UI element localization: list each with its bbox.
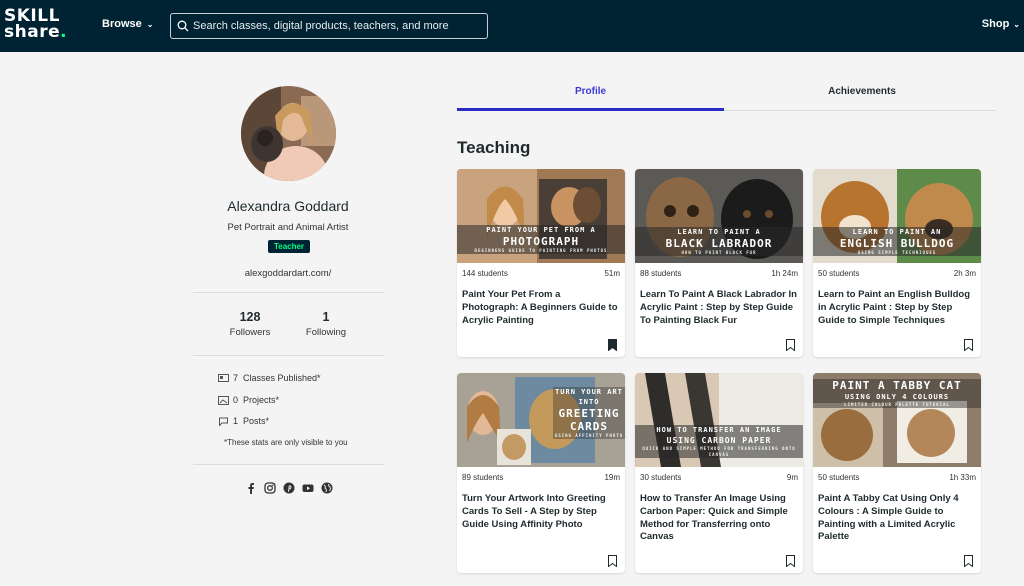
course-card[interactable]: HOW TO TRANSFER AN IMAGE USING CARBON PA… xyxy=(635,373,803,573)
classes-published-stat: 7 Classes Published* xyxy=(218,373,321,383)
globe-icon[interactable] xyxy=(321,481,333,494)
search-bar[interactable] xyxy=(170,13,488,39)
social-links xyxy=(245,481,333,494)
projects-icon xyxy=(218,395,229,405)
course-thumbnail: LEARN TO PAINT AN ENGLISH BULLDOG USING … xyxy=(813,169,981,263)
search-input[interactable] xyxy=(193,16,483,36)
profile-headline: Pet Portrait and Animal Artist xyxy=(227,222,349,233)
browse-label: Browse xyxy=(102,18,142,30)
course-thumbnail: PAINT A TABBY CAT USING ONLY 4 COLOURS L… xyxy=(813,373,981,467)
thumbnail-banner: PAINT YOUR PET FROM A PHOTOGRAPH BEGINNE… xyxy=(457,225,625,254)
student-count: 88 students xyxy=(640,269,682,278)
followers-stat[interactable]: 128 Followers xyxy=(215,310,285,338)
student-count: 50 students xyxy=(818,269,860,278)
youtube-icon[interactable] xyxy=(302,481,314,493)
course-meta: 50 students 1h 33m xyxy=(818,473,976,482)
divider xyxy=(193,292,384,293)
avatar xyxy=(241,86,336,181)
stats-visibility-note: *These stats are only visible to you xyxy=(224,438,348,447)
course-duration: 1h 33m xyxy=(949,473,976,482)
course-card[interactable]: LEARN TO PAINT AN ENGLISH BULLDOG USING … xyxy=(813,169,981,357)
course-meta: 144 students 51m xyxy=(462,269,620,278)
followers-label: Followers xyxy=(229,327,271,338)
classes-icon xyxy=(218,373,229,382)
following-label: Following xyxy=(305,327,347,338)
tab-underline xyxy=(724,110,996,111)
course-meta: 50 students 2h 3m xyxy=(818,269,976,278)
course-duration: 19m xyxy=(604,473,620,482)
search-icon xyxy=(177,20,189,32)
pinterest-icon[interactable] xyxy=(283,481,295,494)
course-title[interactable]: Learn to Paint an English Bulldog in Acr… xyxy=(818,289,975,327)
bookmark-filled-icon[interactable] xyxy=(608,339,617,351)
following-stat[interactable]: 1 Following xyxy=(291,310,361,338)
course-meta: 89 students 19m xyxy=(462,473,620,482)
thumbnail-banner: LEARN TO PAINT AN ENGLISH BULLDOG USING … xyxy=(813,227,981,256)
student-count: 89 students xyxy=(462,473,504,482)
posts-icon xyxy=(219,417,228,426)
active-tab-indicator xyxy=(457,108,724,111)
course-meta: 30 students 9m xyxy=(640,473,798,482)
divider xyxy=(193,355,384,356)
student-count: 50 students xyxy=(818,473,860,482)
section-title: Teaching xyxy=(457,138,531,157)
course-card[interactable]: PAINT A TABBY CAT USING ONLY 4 COLOURS L… xyxy=(813,373,981,573)
divider xyxy=(193,464,384,465)
facebook-icon[interactable] xyxy=(245,481,257,494)
followers-count: 128 xyxy=(239,310,261,324)
profile-name: Alexandra Goddard xyxy=(227,198,349,214)
logo-line-2: share xyxy=(4,22,61,42)
thumbnail-banner: LEARN TO PAINT A BLACK LABRADOR HOW TO P… xyxy=(635,227,803,256)
course-thumbnail: LEARN TO PAINT A BLACK LABRADOR HOW TO P… xyxy=(635,169,803,263)
course-card[interactable]: TURN YOUR ART INTO GREETING CARDS USING … xyxy=(457,373,625,573)
chevron-down-icon: ⌄ xyxy=(146,20,154,29)
thumbnail-banner: TURN YOUR ART INTO GREETING CARDS USING … xyxy=(553,387,625,439)
student-count: 30 students xyxy=(640,473,682,482)
tab-achievements[interactable]: Achievements xyxy=(728,86,996,97)
bookmark-icon[interactable] xyxy=(964,555,973,567)
teacher-badge: Teacher xyxy=(268,240,310,253)
course-card[interactable]: LEARN TO PAINT A BLACK LABRADOR HOW TO P… xyxy=(635,169,803,357)
thumbnail-banner: PAINT A TABBY CAT USING ONLY 4 COLOURS L… xyxy=(813,379,981,408)
course-duration: 1h 24m xyxy=(771,269,798,278)
course-duration: 9m xyxy=(786,473,798,482)
bookmark-icon[interactable] xyxy=(964,339,973,351)
bookmark-icon[interactable] xyxy=(786,339,795,351)
student-count: 144 students xyxy=(462,269,508,278)
course-title[interactable]: Turn Your Artwork Into Greeting Cards To… xyxy=(462,493,619,531)
course-card[interactable]: PAINT YOUR PET FROM A PHOTOGRAPH BEGINNE… xyxy=(457,169,625,357)
posts-stat: 1 Posts* xyxy=(218,416,269,426)
browse-menu[interactable]: Browse ⌄ xyxy=(102,18,153,30)
shop-label: Shop xyxy=(981,18,1010,30)
skillshare-logo[interactable]: SKILL share. xyxy=(4,8,68,42)
top-nav: SKILL share. Browse⌄ Shop⌄ xyxy=(0,0,1024,52)
course-thumbnail: PAINT YOUR PET FROM A PHOTOGRAPH BEGINNE… xyxy=(457,169,625,263)
course-thumbnail: HOW TO TRANSFER AN IMAGE USING CARBON PA… xyxy=(635,373,803,467)
profile-website-link[interactable]: alexgoddardart.com/ xyxy=(188,268,388,279)
chevron-down-icon: ⌄ xyxy=(1013,20,1020,29)
course-title[interactable]: Paint Your Pet From a Photograph: A Begi… xyxy=(462,289,619,327)
following-count: 1 xyxy=(322,310,330,324)
course-thumbnail: TURN YOUR ART INTO GREETING CARDS USING … xyxy=(457,373,625,467)
projects-stat: 0 Projects* xyxy=(218,395,279,405)
bookmark-icon[interactable] xyxy=(608,555,617,567)
logo-dot: . xyxy=(60,22,68,42)
instagram-icon[interactable] xyxy=(264,481,276,494)
course-title[interactable]: How to Transfer An Image Using Carbon Pa… xyxy=(640,493,797,544)
thumbnail-banner: HOW TO TRANSFER AN IMAGE USING CARBON PA… xyxy=(635,425,803,458)
course-title[interactable]: Paint A Tabby Cat Using Only 4 Colours :… xyxy=(818,493,975,544)
tab-profile[interactable]: Profile xyxy=(457,86,724,97)
course-meta: 88 students 1h 24m xyxy=(640,269,798,278)
bookmark-icon[interactable] xyxy=(786,555,795,567)
shop-menu[interactable]: Shop ⌄ xyxy=(982,18,1020,30)
course-duration: 51m xyxy=(604,269,620,278)
course-title[interactable]: Learn To Paint A Black Labrador In Acryl… xyxy=(640,289,797,327)
course-duration: 2h 3m xyxy=(953,269,976,278)
